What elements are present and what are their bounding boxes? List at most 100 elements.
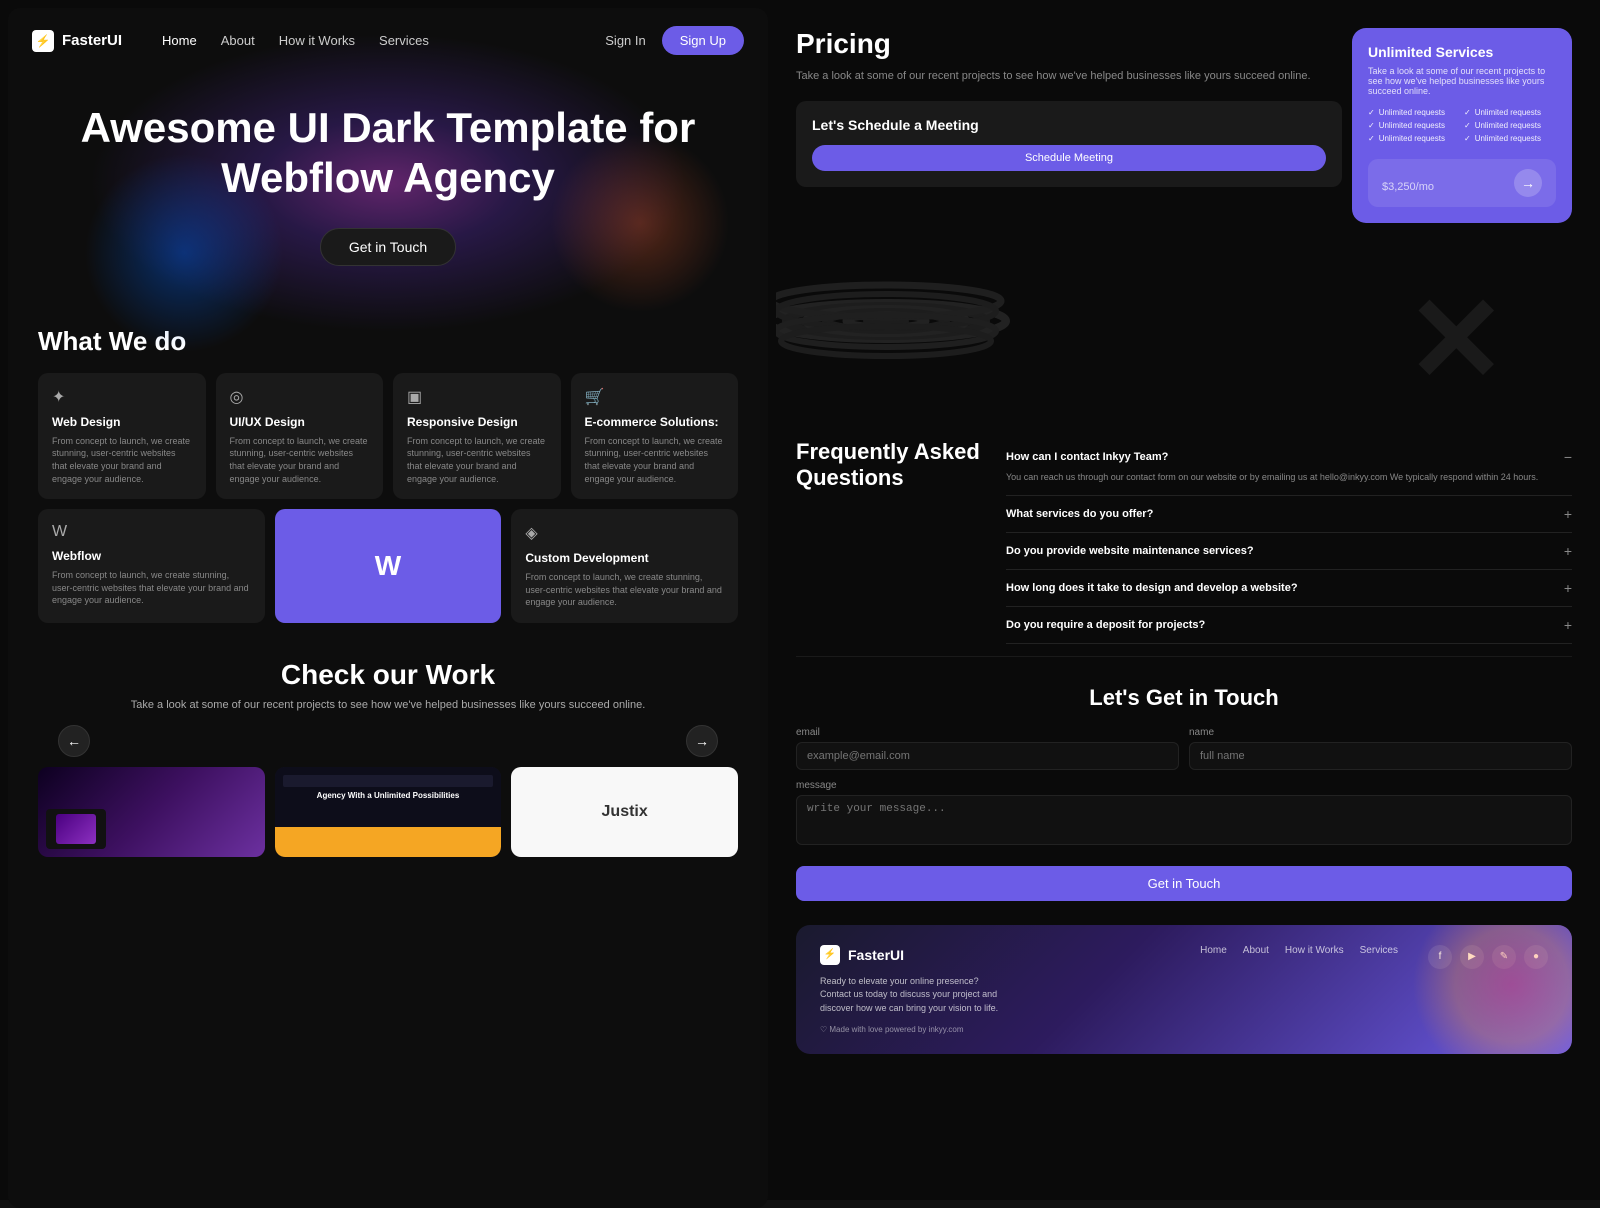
right-panel: Pricing Take a look at some of our recen…: [776, 0, 1600, 1200]
spiral-svg: ✕: [776, 231, 1576, 421]
footer-right: Home About How it Works Services f ▶ ✎ ●: [1200, 945, 1548, 969]
nav-home[interactable]: Home: [162, 33, 197, 48]
justix-text: Justix: [602, 803, 648, 821]
feature-3: Unlimited requests: [1368, 121, 1460, 130]
social-other[interactable]: ●: [1524, 945, 1548, 969]
signup-button[interactable]: Sign Up: [662, 26, 744, 55]
footer-social: f ▶ ✎ ●: [1428, 945, 1548, 969]
feature-1: Unlimited requests: [1368, 108, 1460, 117]
footer-left: ⚡ FasterUI Ready to elevate your online …: [820, 945, 1180, 1035]
service-card-custom-dev: ◈ Custom Development From concept to lau…: [511, 509, 738, 623]
web-design-desc: From concept to launch, we create stunni…: [52, 435, 192, 485]
faq-question-3: Do you provide website maintenance servi…: [1006, 545, 1254, 557]
faq-item-4-header[interactable]: How long does it take to design and deve…: [1006, 580, 1572, 596]
social-facebook[interactable]: f: [1428, 945, 1452, 969]
services-grid-bottom: W Webflow From concept to launch, we cre…: [38, 509, 738, 623]
service-card-web-design: ✦ Web Design From concept to launch, we …: [38, 373, 206, 499]
feature-5: Unlimited requests: [1368, 134, 1460, 143]
service-card-responsive: ▣ Responsive Design From concept to laun…: [393, 373, 561, 499]
faq-item-4[interactable]: How long does it take to design and deve…: [1006, 570, 1572, 607]
hero-cta-button[interactable]: Get in Touch: [320, 228, 456, 266]
faq-question-2: What services do you offer?: [1006, 508, 1153, 520]
pricing-arrow-button[interactable]: →: [1514, 169, 1542, 197]
price-period: /mo: [1416, 181, 1434, 193]
ecommerce-icon: 🛒: [585, 387, 725, 407]
footer-logo: ⚡ FasterUI: [820, 945, 1180, 965]
pricing-plan-card: Unlimited Services Take a look at some o…: [1352, 28, 1572, 223]
faq-item-3-header[interactable]: Do you provide website maintenance servi…: [1006, 543, 1572, 559]
schedule-meeting-button[interactable]: Schedule Meeting: [812, 145, 1326, 171]
nav-right: Sign In Sign Up: [605, 26, 744, 55]
logo-text: FasterUI: [62, 32, 122, 49]
faq-section: Frequently Asked Questions How can I con…: [776, 439, 1592, 644]
check-work-desc: Take a look at some of our recent projec…: [38, 699, 738, 711]
faq-heading: Frequently Asked Questions: [796, 439, 996, 492]
faq-item-1[interactable]: How can I contact Inkyy Team? You can re…: [1006, 439, 1572, 496]
faq-item-2-header[interactable]: What services do you offer?: [1006, 506, 1572, 522]
pricing-heading: Pricing: [796, 28, 1342, 60]
svg-text:✕: ✕: [1406, 273, 1507, 407]
name-input[interactable]: [1189, 742, 1572, 770]
work-thumbnails: Agency With a Unlimited Possibilities Ju…: [38, 767, 738, 857]
faq-question-4: How long does it take to design and deve…: [1006, 582, 1298, 594]
footer-nav-how[interactable]: How it Works: [1285, 945, 1344, 956]
service-card-ecommerce: 🛒 E-commerce Solutions: From concept to …: [571, 373, 739, 499]
contact-submit-button[interactable]: Get in Touch: [796, 866, 1572, 901]
footer-nav-home[interactable]: Home: [1200, 945, 1227, 956]
message-label: message: [796, 780, 1572, 791]
nav-links: Home About How it Works Services: [162, 33, 429, 48]
email-label: email: [796, 727, 1179, 738]
faq-question-5: Do you require a deposit for projects?: [1006, 619, 1205, 631]
footer-nav-about[interactable]: About: [1243, 945, 1269, 956]
navbar: ⚡ FasterUI Home About How it Works Servi…: [8, 8, 768, 73]
social-youtube[interactable]: ▶: [1460, 945, 1484, 969]
price-value: $3,250: [1382, 181, 1416, 193]
footer-nav-services[interactable]: Services: [1360, 945, 1398, 956]
spiral-decoration: ✕: [776, 231, 1592, 431]
hero-section: Awesome UI Dark Template for Webflow Age…: [8, 73, 768, 306]
faq-icon-2: [1564, 506, 1572, 522]
web-design-icon: ✦: [52, 387, 192, 407]
faq-item-5-header[interactable]: Do you require a deposit for projects?: [1006, 617, 1572, 633]
agency-thumb-text: Agency With a Unlimited Possibilities: [283, 791, 494, 800]
web-design-title: Web Design: [52, 415, 192, 429]
work-thumb-3[interactable]: Justix: [511, 767, 738, 857]
message-textarea[interactable]: [796, 795, 1572, 845]
nav-about[interactable]: About: [221, 33, 255, 48]
faq-item-2[interactable]: What services do you offer?: [1006, 496, 1572, 533]
responsive-title: Responsive Design: [407, 415, 547, 429]
services-grid-top: ✦ Web Design From concept to launch, we …: [38, 373, 738, 499]
work-thumb-2[interactable]: Agency With a Unlimited Possibilities: [275, 767, 502, 857]
footer-card: ⚡ FasterUI Ready to elevate your online …: [796, 925, 1572, 1055]
faq-item-3[interactable]: Do you provide website maintenance servi…: [1006, 533, 1572, 570]
footer-nav-links: Home About How it Works Services: [1200, 945, 1398, 956]
faq-item-5[interactable]: Do you require a deposit for projects?: [1006, 607, 1572, 644]
faq-item-1-header[interactable]: How can I contact Inkyy Team?: [1006, 449, 1572, 465]
service-card-webflow: W Webflow From concept to launch, we cre…: [38, 509, 265, 623]
feature-2: Unlimited requests: [1464, 108, 1556, 117]
service-card-ui-ux: ◎ UI/UX Design From concept to launch, w…: [216, 373, 384, 499]
signin-button[interactable]: Sign In: [605, 33, 645, 48]
work-thumb-1[interactable]: [38, 767, 265, 857]
email-input[interactable]: [796, 742, 1179, 770]
message-field: message: [796, 780, 1572, 850]
contact-section: Let's Get in Touch email name message: [776, 669, 1592, 917]
pricing-info: Pricing Take a look at some of our recen…: [796, 28, 1342, 223]
prev-work-button[interactable]: ←: [58, 725, 90, 757]
email-field: email: [796, 727, 1179, 770]
ui-ux-icon: ◎: [230, 387, 370, 407]
plan-subtitle: Take a look at some of our recent projec…: [1368, 66, 1556, 96]
name-field: name: [1189, 727, 1572, 770]
social-edit[interactable]: ✎: [1492, 945, 1516, 969]
responsive-desc: From concept to launch, we create stunni…: [407, 435, 547, 485]
next-work-button[interactable]: →: [686, 725, 718, 757]
schedule-card: Let's Schedule a Meeting Schedule Meetin…: [796, 101, 1342, 187]
webflow-title: Webflow: [52, 549, 251, 563]
faq-question-1: How can I contact Inkyy Team?: [1006, 451, 1168, 463]
what-we-do-heading: What We do: [38, 326, 738, 357]
nav-services[interactable]: Services: [379, 33, 429, 48]
name-label: name: [1189, 727, 1572, 738]
nav-how-it-works[interactable]: How it Works: [279, 33, 355, 48]
ecommerce-desc: From concept to launch, we create stunni…: [585, 435, 725, 485]
faq-items: How can I contact Inkyy Team? You can re…: [1006, 439, 1572, 644]
